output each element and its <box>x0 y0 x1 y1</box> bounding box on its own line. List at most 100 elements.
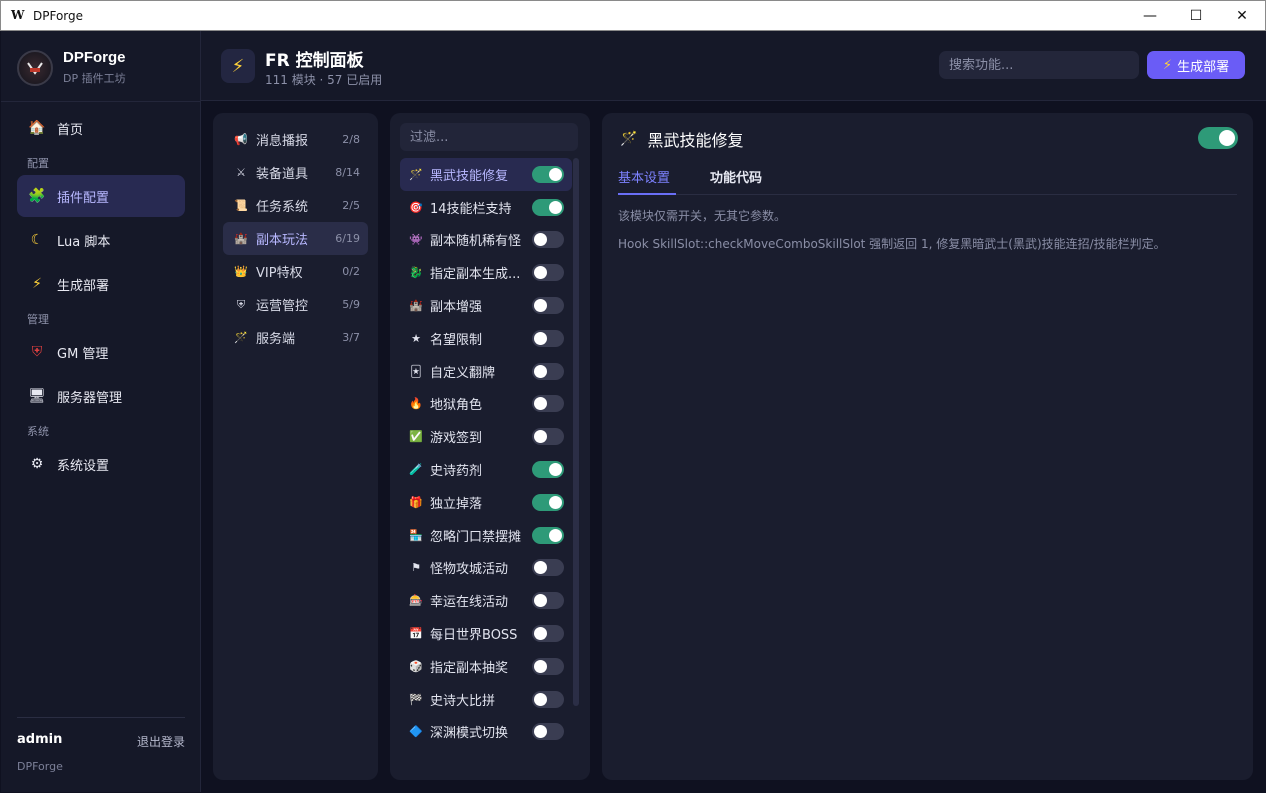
module-item[interactable]: 🃏 自定义翻牌 <box>400 355 572 388</box>
module-item[interactable]: 🔷 深渊模式切换 <box>400 716 572 749</box>
wand-icon: 🪄 <box>620 131 638 147</box>
category-count: 0/2 <box>342 265 360 278</box>
module-toggle[interactable] <box>532 657 564 675</box>
wand-icon: 🪄 <box>234 331 248 344</box>
module-item[interactable]: 🏪 忽略门口禁摆摊 <box>400 519 572 552</box>
monster-icon: 👾 <box>409 233 423 247</box>
module-item[interactable]: 🐉 指定副本生成... <box>400 256 572 289</box>
module-toggle[interactable] <box>532 559 564 577</box>
category-count: 6/19 <box>335 232 360 245</box>
module-label: 深渊模式切换 <box>430 726 509 742</box>
module-toggle[interactable] <box>532 428 564 446</box>
module-toggle[interactable] <box>532 264 564 282</box>
shield-icon: ⛨ <box>236 297 246 311</box>
module-item[interactable]: ✅ 游戏签到 <box>400 420 572 453</box>
module-toggle[interactable] <box>532 690 564 708</box>
search-input[interactable] <box>939 51 1139 79</box>
deploy-button[interactable]: ⚡ 生成部署 <box>1147 51 1245 79</box>
sidebar-item-gm[interactable]: ⛨ GM 管理 <box>17 331 185 373</box>
module-label: 忽略门口禁摆摊 <box>430 529 522 545</box>
category-item[interactable]: 📢 消息播报 2/8 <box>223 123 368 156</box>
module-item[interactable]: 🏰 副本增强 <box>400 289 572 322</box>
star-icon: ★ <box>411 331 421 345</box>
brand-name: DPForge <box>63 49 126 66</box>
module-label: 名望限制 <box>430 332 483 348</box>
module-item[interactable]: 🏁 史诗大比拼 <box>400 683 572 716</box>
category-label: 运营管控 <box>256 299 309 314</box>
module-toggle[interactable] <box>532 625 564 643</box>
module-item[interactable]: 🧪 史诗药剂 <box>400 453 572 486</box>
category-item[interactable]: 🏰 副本玩法 6/19 <box>223 222 368 255</box>
detail-tabs: 基本设置 功能代码 <box>618 167 1237 195</box>
module-item[interactable]: 📅 每日世界BOSS <box>400 617 572 650</box>
module-label: 14技能栏支持 <box>430 201 512 217</box>
footer-brand: DPForge <box>17 760 63 773</box>
module-toggle[interactable] <box>532 493 564 511</box>
minimize-button[interactable]: — <box>1127 1 1173 30</box>
category-item[interactable]: 👑 VIP特权 0/2 <box>223 255 368 288</box>
module-toggle[interactable] <box>532 723 564 741</box>
module-item[interactable]: 👾 副本随机稀有怪 <box>400 224 572 257</box>
module-toggle[interactable] <box>532 231 564 249</box>
user-name: admin <box>17 732 63 747</box>
sidebar-item-home[interactable]: 🏠 首页 <box>17 107 185 149</box>
filter-input[interactable] <box>400 123 578 151</box>
module-item[interactable]: 🎯 14技能栏支持 <box>400 191 572 224</box>
brand-logo <box>17 49 53 86</box>
sidebar-item-server[interactable]: 🖥 服务器管理 <box>17 375 185 417</box>
category-label: VIP特权 <box>256 266 303 281</box>
module-toggle[interactable] <box>532 329 564 347</box>
module-item[interactable]: 🎰 幸运在线活动 <box>400 584 572 617</box>
module-toggle[interactable] <box>532 297 564 315</box>
module-toggle[interactable] <box>532 526 564 544</box>
page-header: ⚡ FR 控制面板 111 模块 · 57 已启用 ⚡ 生成部署 <box>201 31 1266 101</box>
sidebar-item-lua[interactable]: ☾ Lua 脚本 <box>17 219 185 261</box>
module-label: 每日世界BOSS <box>430 628 518 644</box>
module-toggle[interactable] <box>532 198 564 216</box>
module-item[interactable]: ★ 名望限制 <box>400 322 572 355</box>
castle-icon: 🏰 <box>234 232 248 245</box>
detail-title: 黑武技能修复 <box>647 131 744 150</box>
main-content: 📢 消息播报 2/8 ⚔ 装备道具 8/14 📜 任务系统 2/5 🏰 副本玩法 6/19 👑 VIP特权… <box>201 102 1266 792</box>
dice-icon: 🎲 <box>409 659 423 673</box>
sidebar-item-plugin-config[interactable]: 🧩 插件配置 <box>17 175 185 217</box>
category-item[interactable]: ⚔ 装备道具 8/14 <box>223 156 368 189</box>
module-item[interactable]: 🪄 黑武技能修复 <box>400 158 572 191</box>
category-item[interactable]: 📜 任务系统 2/5 <box>223 189 368 222</box>
fire-icon: 🔥 <box>409 397 423 411</box>
detail-panel: 🪄 黑武技能修复 基本设置 功能代码 该模块仅需开关，无其它参数。 Hook S… <box>602 113 1253 780</box>
sidebar-item-deploy[interactable]: ⚡ 生成部署 <box>17 263 185 305</box>
window-title: DPForge <box>33 8 84 23</box>
crossed-swords-icon: ⚔ <box>236 166 246 179</box>
calendar-icon: 📅 <box>409 627 423 641</box>
module-toggle[interactable] <box>532 461 564 479</box>
tab-function-code[interactable]: 功能代码 <box>710 167 762 195</box>
detail-enable-toggle[interactable] <box>1198 127 1238 149</box>
category-count: 5/9 <box>342 298 360 311</box>
module-label: 副本随机稀有怪 <box>430 234 522 250</box>
module-item[interactable]: 🔥 地狱角色 <box>400 388 572 421</box>
deploy-button-label: 生成部署 <box>1177 59 1230 75</box>
module-toggle[interactable] <box>532 592 564 610</box>
close-button[interactable]: ✕ <box>1219 1 1265 30</box>
module-scrollbar[interactable] <box>573 158 579 706</box>
maximize-button[interactable]: ☐ <box>1173 1 1219 30</box>
brand-subtitle: DP 插件工坊 <box>63 72 126 85</box>
module-item[interactable]: 🎁 独立掉落 <box>400 486 572 519</box>
tab-basic-settings[interactable]: 基本设置 <box>618 167 676 195</box>
brand: DPForge DP 插件工坊 <box>17 49 126 86</box>
sidebar-divider <box>1 101 201 102</box>
logout-link[interactable]: 退出登录 <box>137 733 185 750</box>
category-item[interactable]: ⛨ 运营管控 5/9 <box>223 288 368 321</box>
module-toggle[interactable] <box>532 395 564 413</box>
module-toggle[interactable] <box>532 165 564 183</box>
category-item[interactable]: 🪄 服务端 3/7 <box>223 321 368 354</box>
module-toggle[interactable] <box>532 362 564 380</box>
module-item[interactable]: 🎲 指定副本抽奖 <box>400 650 572 683</box>
sidebar-item-label: 首页 <box>57 122 84 138</box>
detail-header: 🪄 黑武技能修复 <box>620 127 743 151</box>
module-label: 指定副本抽奖 <box>430 660 509 676</box>
sidebar-item-settings[interactable]: ⚙ 系统设置 <box>17 443 185 485</box>
module-item[interactable]: ⚑ 怪物攻城活动 <box>400 552 572 585</box>
crown-icon: 👑 <box>234 265 248 278</box>
